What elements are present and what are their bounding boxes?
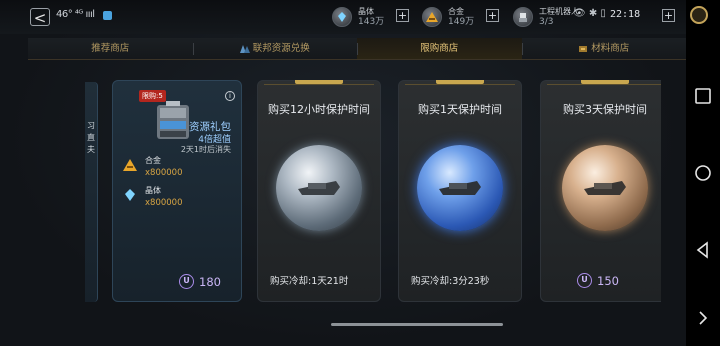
materials-icon <box>579 45 588 52</box>
tab-label: 联邦资源兑换 <box>252 42 310 54</box>
resource-amount: 143万 <box>358 17 385 27</box>
chevron-right-icon[interactable] <box>693 308 713 328</box>
tab-label: 材料商店 <box>591 42 630 54</box>
resource-name: 合金 <box>448 7 464 16</box>
item-quantity: x800000 <box>145 168 183 178</box>
system-navigation-bar <box>686 0 720 346</box>
pack-item: 晶体 x800000 <box>123 185 182 209</box>
alloy-icon <box>422 7 442 27</box>
resource-crystal: 晶体 143万 <box>332 4 384 30</box>
price-value: 180 <box>199 274 221 289</box>
resource-alloy: 合金 149万 <box>422 4 474 30</box>
resource-robot: 工程机器人 3/3 <box>513 4 579 30</box>
shop-bag-icon[interactable] <box>690 6 708 24</box>
price-value: 150 <box>597 273 619 288</box>
protection-card-12h[interactable]: 购买12小时保护时间 购买冷却:1天21时 <box>257 80 381 302</box>
status-clock: 22:18 <box>610 9 641 20</box>
protection-title: 购买1天保护时间 <box>418 103 502 116</box>
status-signal: 46° ⁴ᴳ ıııl <box>56 9 95 20</box>
blue-shield-orb-icon <box>417 145 503 231</box>
warship-icon <box>439 181 481 195</box>
item-quantity: x800000 <box>145 198 183 208</box>
top-bar: < 46° ⁴ᴳ ıııl 晶体 143万 + 合金 149万 + 工程机器人 … <box>0 0 686 34</box>
crystal-icon <box>125 189 135 201</box>
supply-crate-icon <box>157 101 189 139</box>
warship-icon <box>584 181 626 195</box>
alloy-icon <box>123 159 137 171</box>
add-robot-button[interactable]: + <box>662 9 675 22</box>
status-icons: 👁 ✱ ▯ <box>573 8 606 19</box>
game-screen: < 46° ⁴ᴳ ıııl 晶体 143万 + 合金 149万 + 工程机器人 … <box>0 0 686 346</box>
warship-icon <box>298 181 340 195</box>
protection-title: 购买12小时保护时间 <box>268 103 370 116</box>
add-alloy-button[interactable]: + <box>486 9 499 22</box>
limited-shop-list[interactable]: 限购:5 i 资源礼包 4倍超值 2天1时后消失 合金 x800000 晶体 x… <box>85 80 661 304</box>
shop-tabs: 推荐商店 联邦资源兑换 限购商店 材料商店 <box>28 38 686 60</box>
recents-square-icon[interactable] <box>693 86 713 106</box>
tab-label: 限购商店 <box>420 42 459 54</box>
resource-pack-card[interactable]: 限购:5 i 资源礼包 4倍超值 2天1时后消失 合金 x800000 晶体 x… <box>112 80 242 302</box>
pack-price[interactable]: U 180 <box>179 274 221 289</box>
premium-currency-icon: U <box>179 274 194 289</box>
horizontal-scrollbar[interactable] <box>331 323 503 326</box>
protection-card-3d[interactable]: 购买3天保护时间 U 150 <box>540 80 661 302</box>
resource-amount: 149万 <box>448 17 475 27</box>
tab-recommended[interactable]: 推荐商店 <box>28 38 193 59</box>
home-circle-icon[interactable] <box>693 163 713 183</box>
resource-name: 晶体 <box>358 7 374 16</box>
back-triangle-icon[interactable] <box>693 240 713 260</box>
premium-currency-icon: U <box>577 273 592 288</box>
tab-limited[interactable]: 限购商店 <box>357 38 522 59</box>
silver-shield-orb-icon <box>276 145 362 231</box>
item-name: 合金 <box>145 156 161 165</box>
pack-expire-text: 2天1时后消失 <box>180 145 231 154</box>
tab-materials[interactable]: 材料商店 <box>521 38 687 59</box>
gold-shield-orb-icon <box>562 145 648 231</box>
card-top-line <box>405 84 515 85</box>
cooldown-text: 购买冷却:1天21时 <box>270 276 349 287</box>
pack-item: 合金 x800000 <box>123 155 182 179</box>
cooldown-text: 购买冷却:3分23秒 <box>411 276 490 287</box>
robot-icon <box>513 7 533 27</box>
protection-price[interactable]: U 150 <box>577 273 619 288</box>
add-crystal-button[interactable]: + <box>396 9 409 22</box>
card-top-line <box>547 84 661 85</box>
item-name: 晶体 <box>145 186 161 195</box>
tab-label: 推荐商店 <box>91 42 130 54</box>
notification-badge-icon <box>103 11 112 20</box>
protection-card-1d[interactable]: 购买1天保护时间 购买冷却:3分23秒 <box>398 80 522 302</box>
info-icon[interactable]: i <box>225 91 235 101</box>
tab-federation-exchange[interactable]: 联邦资源兑换 <box>192 38 358 59</box>
back-button[interactable]: < <box>30 8 50 27</box>
federation-icon <box>239 44 250 53</box>
protection-title: 购买3天保护时间 <box>563 103 647 116</box>
crystal-icon <box>332 7 352 27</box>
card-top-line <box>264 84 374 85</box>
